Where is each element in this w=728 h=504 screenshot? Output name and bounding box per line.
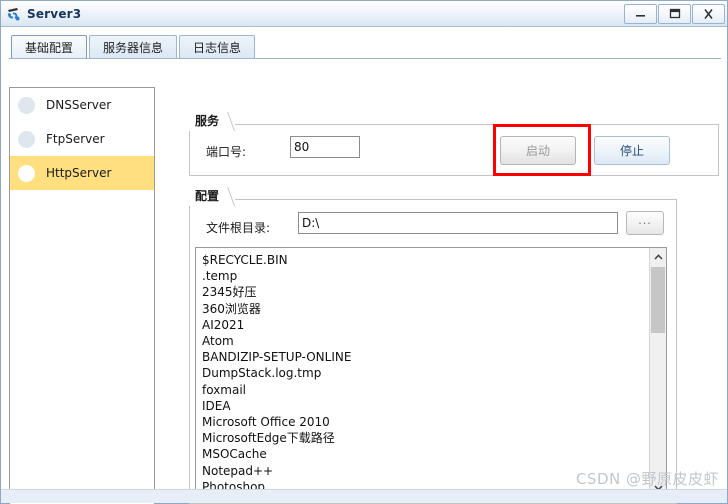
browse-button[interactable]: ...: [626, 211, 664, 235]
service-group-box: 服务 端口号: 80 启动 停止: [189, 112, 719, 176]
window-title: Server3: [27, 6, 82, 21]
service-group-title: 服务: [189, 112, 236, 131]
scroll-up-button[interactable]: [650, 248, 666, 265]
list-item[interactable]: $RECYCLE.BIN: [202, 252, 649, 268]
port-input[interactable]: 80: [290, 136, 360, 158]
file-list[interactable]: $RECYCLE.BIN .temp 2345好压 360浏览器 AI2021 Atom B…: [196, 248, 649, 496]
list-item[interactable]: MSOCache: [202, 446, 649, 462]
window-controls: [623, 3, 725, 24]
list-item[interactable]: foxmail: [202, 382, 649, 398]
list-item[interactable]: 360浏览器: [202, 301, 649, 317]
maximize-button[interactable]: [658, 3, 691, 24]
client-area: 基础配置 服务器信息 日志信息 DNSServer FtpServer Http…: [1, 27, 727, 504]
config-group-title: 配置: [189, 187, 236, 206]
server-list-panel: DNSServer FtpServer HttpServer: [9, 87, 155, 504]
list-item[interactable]: BANDIZIP-SETUP-ONLINE: [202, 349, 649, 365]
tab-server-info[interactable]: 服务器信息: [89, 35, 178, 59]
sidebar-item-label: HttpServer: [46, 166, 112, 180]
application-window: Server3 基础配置 服务器信息 日志信息 DNSServer FtpSer…: [0, 0, 728, 504]
server-app-icon: [6, 6, 22, 22]
list-item[interactable]: IDEA: [202, 398, 649, 414]
start-button-label: 启动: [525, 144, 550, 158]
sidebar-item-dnsserver[interactable]: DNSServer: [10, 88, 154, 122]
watermark-text: CSDN @野原皮皮虾: [575, 470, 719, 488]
start-button[interactable]: 启动: [500, 136, 576, 165]
list-item[interactable]: MicrosoftEdge下载路径: [202, 430, 649, 446]
server-status-dot-icon: [18, 96, 35, 114]
sidebar-item-httpserver[interactable]: HttpServer: [10, 156, 154, 190]
tab-label: 服务器信息: [103, 41, 164, 55]
list-item[interactable]: Microsoft Office 2010: [202, 414, 649, 430]
sidebar-item-label: FtpServer: [46, 132, 105, 146]
sidebar-item-ftpserver[interactable]: FtpServer: [10, 122, 154, 156]
tab-separator-line: [9, 58, 721, 59]
server-status-dot-icon: [18, 130, 35, 148]
browse-button-label: ...: [638, 214, 652, 227]
tab-label: 基础配置: [25, 41, 74, 55]
bottom-strip: [1, 489, 727, 503]
close-icon: [704, 8, 713, 19]
minimize-icon: [636, 15, 645, 17]
close-button[interactable]: [692, 3, 725, 24]
scrollbar-track[interactable]: [650, 265, 666, 479]
root-directory-label: 文件根目录:: [206, 221, 271, 235]
config-group-box: 配置 文件根目录: D:\ ... $RECYCLE.BIN .temp 2345好…: [189, 187, 677, 504]
tab-label: 日志信息: [193, 41, 242, 55]
maximize-icon: [669, 8, 681, 19]
tab-log-info[interactable]: 日志信息: [179, 35, 256, 59]
list-item[interactable]: .temp: [202, 268, 649, 284]
port-input-value: 80: [294, 140, 310, 154]
stop-button[interactable]: 停止: [594, 136, 670, 165]
port-label: 端口号:: [206, 145, 247, 159]
root-directory-input[interactable]: D:\: [298, 212, 618, 234]
file-list-scrollbar[interactable]: [649, 248, 666, 496]
minimize-button[interactable]: [624, 3, 657, 24]
root-directory-value: D:\: [302, 216, 320, 230]
title-bar[interactable]: Server3: [1, 1, 727, 27]
list-item[interactable]: Atom: [202, 333, 649, 349]
scrollbar-thumb[interactable]: [651, 267, 665, 333]
file-list-panel: $RECYCLE.BIN .temp 2345好压 360浏览器 AI2021 Atom B…: [195, 247, 667, 497]
list-item[interactable]: 2345好压: [202, 284, 649, 300]
stop-button-label: 停止: [619, 144, 644, 158]
tab-bar: 基础配置 服务器信息 日志信息: [11, 35, 257, 59]
list-item[interactable]: AI2021: [202, 317, 649, 333]
server-status-dot-icon: [18, 164, 35, 182]
chevron-up-icon: [653, 253, 663, 260]
tab-basic-config[interactable]: 基础配置: [11, 35, 88, 59]
list-item[interactable]: DumpStack.log.tmp: [202, 365, 649, 381]
sidebar-item-label: DNSServer: [46, 98, 112, 112]
